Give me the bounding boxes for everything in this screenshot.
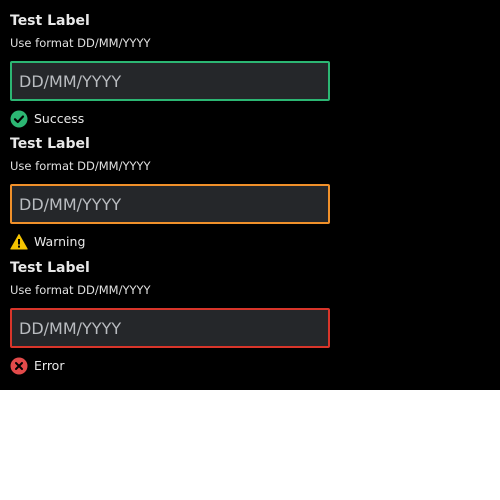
field-helper-text: Use format DD/MM/YYYY [10,283,151,297]
form-panel: Test Label Use format DD/MM/YYYY Success… [0,0,500,390]
warning-triangle-icon [10,233,28,251]
status-message-success: Success [10,110,84,128]
date-input-warning[interactable] [10,184,330,224]
check-circle-icon [10,110,28,128]
field-label: Test Label [10,136,90,152]
field-label: Test Label [10,13,90,29]
date-input-success[interactable] [10,61,330,101]
field-helper-text: Use format DD/MM/YYYY [10,36,151,50]
field-helper-text: Use format DD/MM/YYYY [10,159,151,173]
status-text: Warning [34,234,86,249]
date-input-error[interactable] [10,308,330,348]
status-text: Success [34,111,85,126]
field-label: Test Label [10,260,90,276]
status-message-warning: Warning [10,233,85,251]
status-message-error: Error [10,357,64,375]
status-text: Error [34,358,65,373]
error-circle-icon [10,357,28,375]
